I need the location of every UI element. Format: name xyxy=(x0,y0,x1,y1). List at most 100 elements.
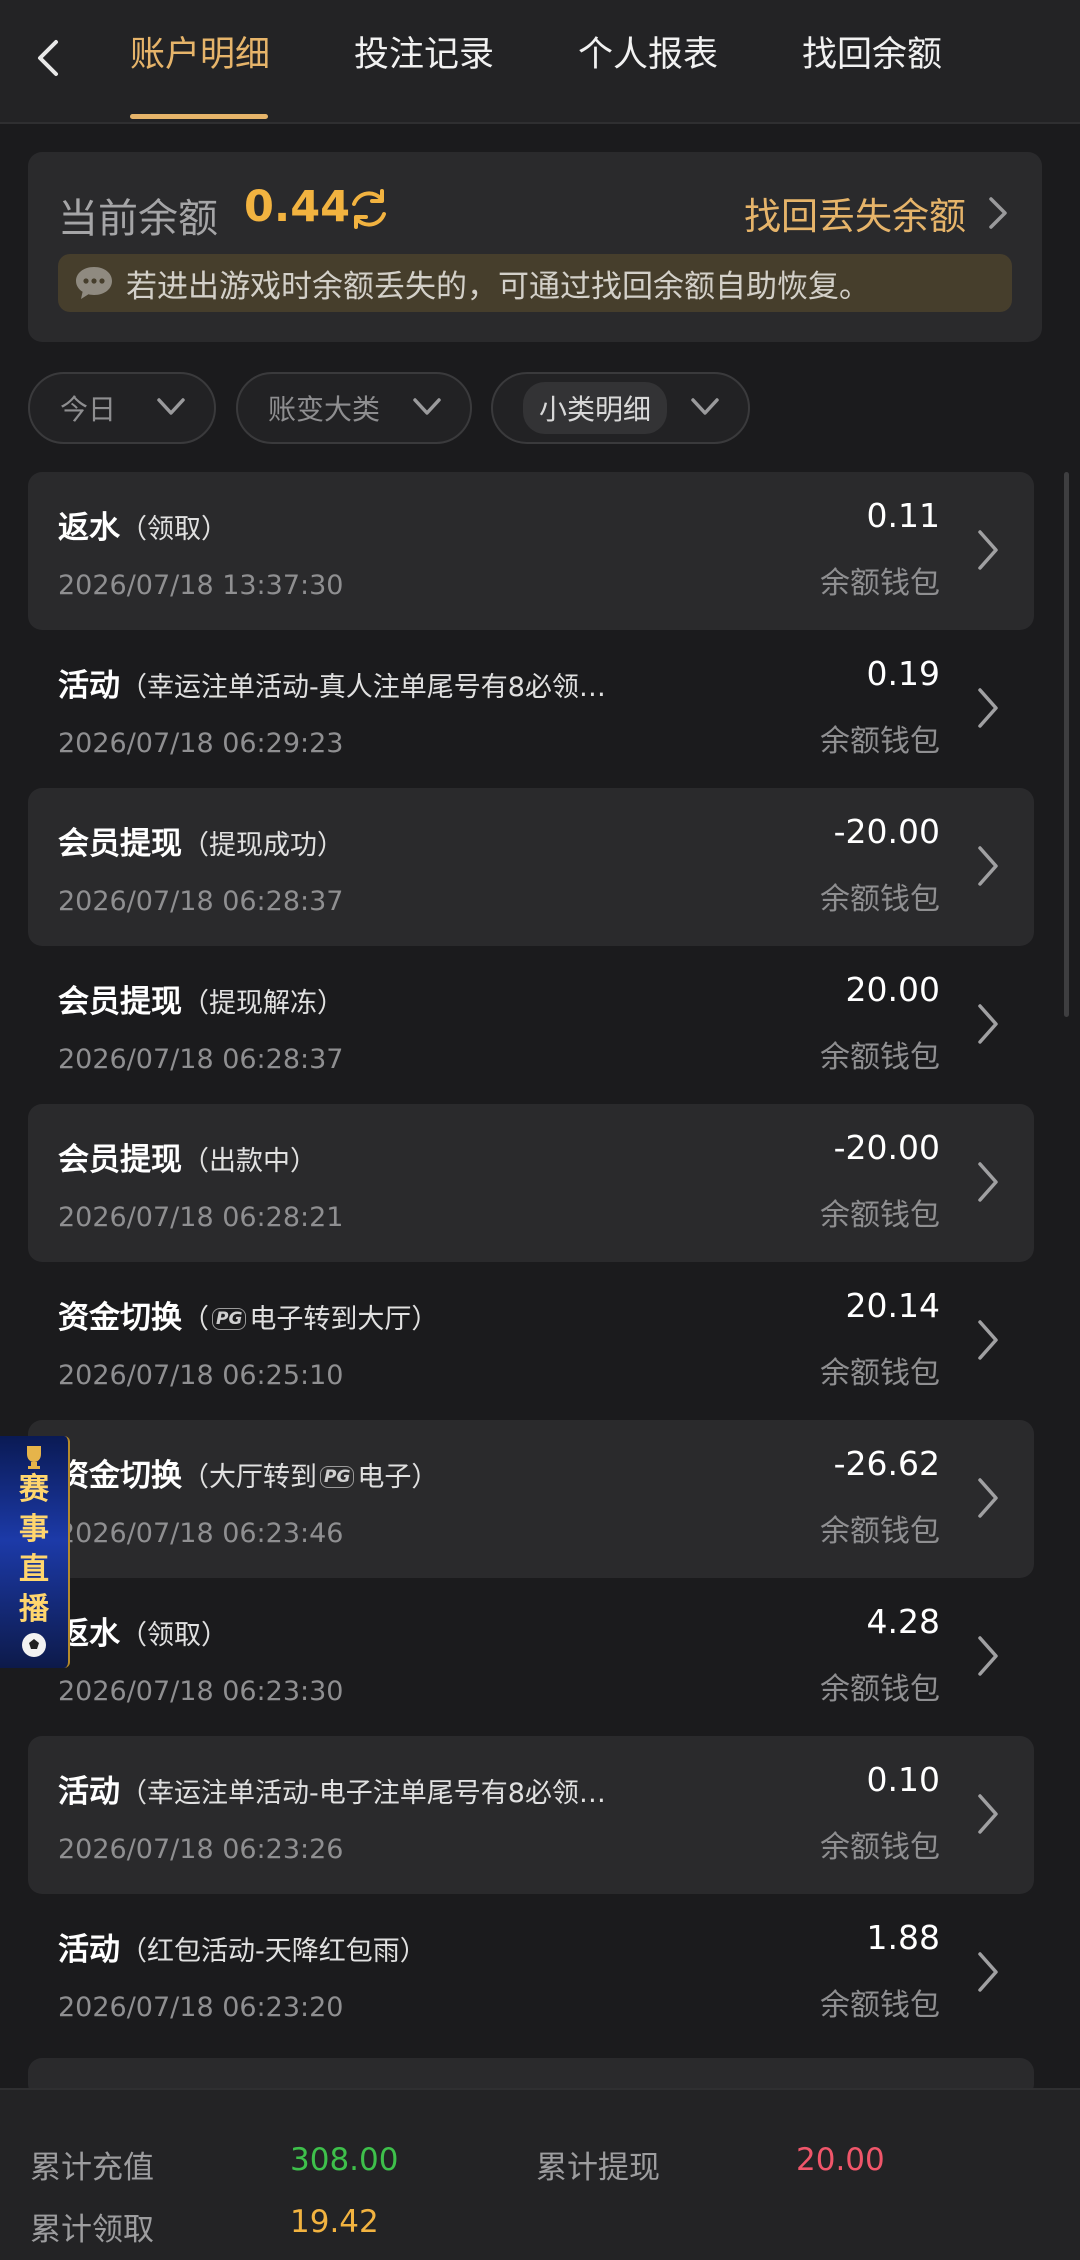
chevron-right-icon xyxy=(978,1636,998,1676)
transaction-wallet: 余额钱包 xyxy=(820,1356,940,1391)
transaction-type: 会员提现 xyxy=(58,1142,182,1178)
transaction-type: 会员提现 xyxy=(58,826,182,862)
back-button[interactable] xyxy=(22,26,72,90)
transaction-time: 2026/07/18 06:23:30 xyxy=(58,1676,344,1707)
tab-bet-records[interactable]: 投注记录 xyxy=(354,26,494,90)
transaction-detail: （领取） xyxy=(120,1620,228,1651)
live-events-banner[interactable]: 赛 事 直 播 xyxy=(0,1436,70,1668)
transaction-row[interactable]: 活动（幸运注单活动-真人注单尾号有8必领… 2026/07/18 06:29:2… xyxy=(28,630,1034,788)
transaction-amount: 1.88 xyxy=(866,1918,940,1957)
transaction-type: 活动 xyxy=(58,668,120,704)
transaction-wallet: 余额钱包 xyxy=(820,724,940,759)
total-claim-value: 19.42 xyxy=(290,2204,379,2240)
banner-char: 播 xyxy=(19,1592,49,1627)
chevron-left-icon xyxy=(38,40,58,76)
transaction-row[interactable]: 返水（领取） 2026/07/18 06:23:30 4.28 余额钱包 xyxy=(28,1578,1034,1736)
banner-char: 事 xyxy=(19,1512,49,1547)
subcategory-filter[interactable]: 小类明细 xyxy=(491,372,750,444)
balance-label: 当前余额 xyxy=(58,196,218,242)
transaction-row[interactable]: 资金切换（大厅转到 PG 电子） 2026/07/18 06:23:46 -26.6… xyxy=(28,1420,1034,1578)
chevron-right-icon xyxy=(978,1320,998,1360)
notice-bar: 若进出游戏时余额丢失的，可通过找回余额自助恢复。 xyxy=(58,254,1012,312)
transaction-wallet: 余额钱包 xyxy=(820,1988,940,2023)
transaction-detail: （领取） xyxy=(120,514,228,545)
transaction-amount: -20.00 xyxy=(833,1128,940,1167)
transaction-amount: 0.11 xyxy=(866,496,940,535)
tab-personal-report[interactable]: 个人报表 xyxy=(578,26,718,90)
transaction-amount: 0.19 xyxy=(866,654,940,693)
chevron-right-icon xyxy=(989,197,1007,229)
transaction-time: 2026/07/18 13:37:30 xyxy=(58,570,344,601)
transaction-wallet: 余额钱包 xyxy=(820,1672,940,1707)
total-withdraw-label: 累计提现 xyxy=(536,2150,660,2186)
banner-char: 直 xyxy=(19,1552,49,1587)
tab-account-details[interactable]: 账户明细 xyxy=(130,26,270,90)
transaction-wallet: 余额钱包 xyxy=(820,882,940,917)
tab-recover-balance[interactable]: 找回余额 xyxy=(802,26,942,90)
transaction-wallet: 余额钱包 xyxy=(820,1040,940,1075)
transaction-time: 2026/07/18 06:29:23 xyxy=(58,728,344,759)
transaction-time: 2026/07/18 06:28:21 xyxy=(58,1202,344,1233)
transaction-type: 返水 xyxy=(58,510,120,546)
active-tab-indicator xyxy=(130,114,268,119)
transaction-row[interactable]: 资金切换（ PG 电子转到大厅） 2026/07/18 06:25:10 20.14… xyxy=(28,1262,1034,1420)
pg-logo-icon: PG xyxy=(320,1466,355,1488)
scrollbar[interactable] xyxy=(1064,472,1069,1017)
recover-lost-balance-link[interactable]: 找回丢失余额 xyxy=(744,186,1008,240)
date-filter-label: 今日 xyxy=(60,393,117,426)
recover-link-label: 找回丢失余额 xyxy=(744,195,966,238)
refresh-icon[interactable] xyxy=(346,186,392,232)
chevron-down-icon xyxy=(157,398,185,415)
transaction-type: 资金切换 xyxy=(58,1300,182,1336)
chevron-down-icon xyxy=(413,398,441,415)
transaction-amount: 20.14 xyxy=(845,1286,940,1325)
transaction-type: 资金切换 xyxy=(58,1458,182,1494)
transaction-time: 2026/07/18 06:25:10 xyxy=(58,1360,344,1391)
transaction-row[interactable]: 活动（红包活动-天降红包雨） 2026/07/18 06:23:20 1.88 … xyxy=(28,1894,1034,2052)
transaction-time: 2026/07/18 06:23:46 xyxy=(58,1518,344,1549)
transaction-amount: -26.62 xyxy=(833,1444,940,1483)
subcategory-filter-label: 小类明细 xyxy=(523,382,668,434)
balance-value: 0.44 xyxy=(244,182,351,232)
transaction-amount: 4.28 xyxy=(866,1602,940,1641)
transaction-row[interactable]: 返水（领取） 2026/07/18 13:37:30 0.11 余额钱包 xyxy=(28,472,1034,630)
date-filter[interactable]: 今日 xyxy=(28,372,216,444)
chevron-right-icon xyxy=(978,1478,998,1518)
transaction-detail: （提现成功） xyxy=(182,830,344,861)
transaction-time: 2026/07/18 06:28:37 xyxy=(58,1044,344,1075)
chevron-down-icon xyxy=(691,398,719,415)
chat-bubble-icon xyxy=(76,267,112,299)
category-filter[interactable]: 账变大类 xyxy=(236,372,472,444)
transaction-detail: （PG 电子转到大厅） xyxy=(182,1304,439,1335)
transaction-type: 活动 xyxy=(58,1932,120,1968)
transaction-detail: （提现解冻） xyxy=(182,988,344,1019)
transaction-time: 2026/07/18 06:23:20 xyxy=(58,1992,344,2023)
transaction-row[interactable]: 会员提现（提现解冻） 2026/07/18 06:28:37 20.00 余额钱… xyxy=(28,946,1034,1104)
chevron-right-icon xyxy=(978,688,998,728)
transaction-row[interactable]: 活动（幸运注单活动-电子注单尾号有8必领… 2026/07/18 06:23:2… xyxy=(28,1736,1034,1894)
transaction-wallet: 余额钱包 xyxy=(820,1514,940,1549)
pg-logo-icon: PG xyxy=(212,1308,247,1330)
total-recharge-value: 308.00 xyxy=(290,2142,399,2178)
transaction-row[interactable]: 会员提现（出款中） 2026/07/18 06:28:21 -20.00 余额钱… xyxy=(28,1104,1034,1262)
summary-footer: 累计充值 308.00 累计提现 20.00 累计领取 19.42 xyxy=(0,2088,1080,2260)
transaction-amount: 20.00 xyxy=(845,970,940,1009)
chevron-right-icon xyxy=(978,530,998,570)
trophy-icon xyxy=(27,1446,41,1469)
transaction-wallet: 余额钱包 xyxy=(820,1198,940,1233)
balance-card: 当前余额 0.44 找回丢失余额 若进出游戏时余额丢失的，可通过找回余额自助恢复… xyxy=(28,152,1042,342)
notice-text: 若进出游戏时余额丢失的，可通过找回余额自助恢复。 xyxy=(126,268,870,305)
total-recharge-label: 累计充值 xyxy=(30,2150,154,2186)
transaction-type: 活动 xyxy=(58,1774,120,1810)
chevron-right-icon xyxy=(978,1952,998,1992)
top-nav: 账户明细 投注记录 个人报表 找回余额 xyxy=(0,0,1080,124)
total-claim-label: 累计领取 xyxy=(30,2212,154,2248)
chevron-right-icon xyxy=(978,1162,998,1202)
transaction-time: 2026/07/18 06:23:26 xyxy=(58,1834,344,1865)
transaction-row[interactable]: 会员提现（提现成功） 2026/07/18 06:28:37 -20.00 余额… xyxy=(28,788,1034,946)
transaction-detail: （大厅转到 PG 电子） xyxy=(182,1462,439,1493)
transaction-detail: （红包活动-天降红包雨） xyxy=(120,1936,427,1967)
chevron-right-icon xyxy=(978,1794,998,1834)
transaction-time: 2026/07/18 06:28:37 xyxy=(58,886,344,917)
transaction-wallet: 余额钱包 xyxy=(820,566,940,601)
